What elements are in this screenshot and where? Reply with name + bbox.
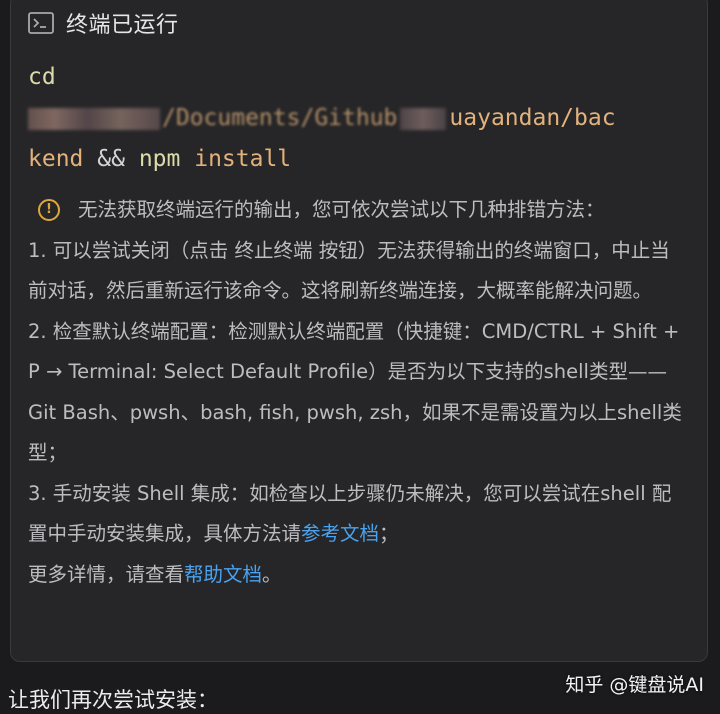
command-path-end: kend [28,146,84,172]
redacted-path-segment [28,107,160,130]
notice-headline: 无法获取终端运行的输出，您可依次尝试以下几种排错方法： [78,198,605,221]
help-doc-link[interactable]: 帮助文档 [184,563,262,586]
more-end: 。 [262,562,282,586]
reference-doc-link[interactable]: 参考文档 [301,522,379,545]
notice-step-1: 1. 可以尝试关闭（点击 终止终端 按钮）无法获得输出的终端窗口，中止当前对话，… [28,238,670,303]
more-text: 更多详情，请查看 [28,562,185,586]
command-npm: npm [138,146,181,172]
warning-icon: ! [38,199,60,222]
terminal-icon [28,12,54,34]
step-3-end: ； [379,522,399,545]
panel-title: 终端已运行 [66,13,179,38]
command-path: uayandan/bac [449,105,616,131]
notice-more: 更多详情，请查看帮助文档。 [28,555,688,596]
error-notice: ! 无法获取终端运行的输出，您可依次尝试以下几种排错方法： 1. 可以尝试关闭（… [28,190,688,595]
notice-step-3: 3. 手动安装 Shell 集成：如检查以上步骤仍未解决，您可以尝试在shell… [28,474,688,555]
footer-text: 让我们再次尝试安装： [8,688,218,712]
command-operator: && [97,146,125,172]
redacted-path-segment [400,107,447,130]
panel-header: 终端已运行 [28,3,179,43]
terminal-panel: 终端已运行 cd /Documents/Github uayandan/bac k… [10,0,708,662]
command-cd: cd [28,64,56,90]
blurred-path: /Documents/Github [162,105,398,131]
command-install: install [194,146,292,172]
command-text: cd /Documents/Github uayandan/bac kend &&… [28,57,698,180]
watermark: 知乎 @键盘说AI [565,674,704,696]
notice-step-2: 2. 检查默认终端配置：检测默认终端配置（快捷键：CMD/CTRL + Shif… [28,319,682,465]
